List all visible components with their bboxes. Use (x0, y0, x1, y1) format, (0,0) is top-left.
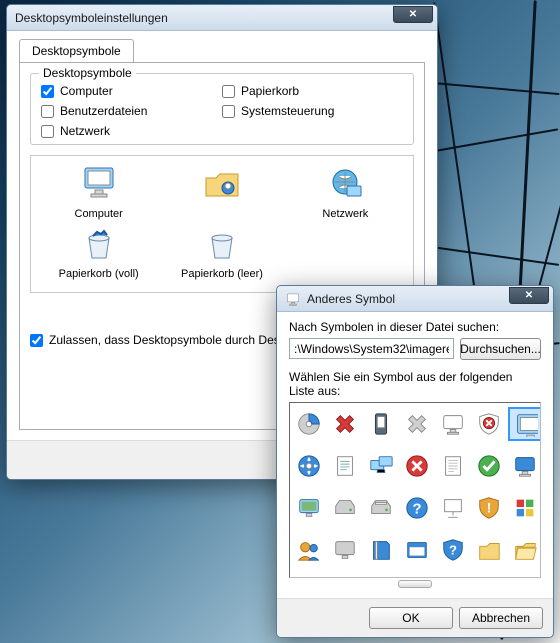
icon-item-computer[interactable]: Computer (39, 164, 159, 220)
user-folder-icon (202, 164, 242, 204)
close-button[interactable]: ✕ (509, 287, 549, 304)
recycle-bin-empty-icon (202, 224, 242, 264)
computer-icon[interactable] (510, 409, 540, 439)
checkbox-userfiles[interactable]: Benutzerdateien (41, 104, 222, 118)
shield-help-icon[interactable] (438, 535, 468, 565)
titlebar[interactable]: Anderes Symbol ✕ (277, 286, 553, 312)
checkbox-controlpanel[interactable]: Systemsteuerung (222, 104, 403, 118)
network-icon (325, 164, 365, 204)
ok-button[interactable]: OK (369, 607, 453, 629)
checkbox-computer[interactable]: Computer (41, 84, 222, 98)
icon-preview-list: Computer Netzwerk Papierkorb (voll) (30, 155, 414, 293)
shield-warn-icon[interactable] (474, 493, 504, 523)
icon-item-userfiles[interactable] (162, 164, 282, 220)
window-title: Desktopsymboleinstellungen (15, 11, 393, 25)
error-red-icon[interactable] (402, 451, 432, 481)
browse-button[interactable]: Durchsuchen... (460, 338, 541, 360)
recycle-bin-full-icon (79, 224, 119, 264)
monitor-white-icon[interactable] (438, 409, 468, 439)
change-icon-window: Anderes Symbol ✕ Nach Symbolen in dieser… (276, 285, 554, 638)
users-icon[interactable] (294, 535, 324, 565)
search-label: Nach Symbolen in dieser Datei suchen: (289, 320, 541, 334)
computer-dual-icon[interactable] (366, 451, 396, 481)
monitor-blank-icon[interactable] (510, 451, 540, 481)
folder-open-icon[interactable] (510, 535, 540, 565)
disc-icon[interactable] (294, 409, 324, 439)
disc-blue-icon[interactable] (294, 451, 324, 481)
icon-list[interactable] (289, 402, 541, 578)
computer-icon (79, 164, 119, 204)
cancel-button[interactable]: Abbrechen (459, 607, 543, 629)
color-blocks-icon[interactable] (510, 493, 540, 523)
shield-red-x-icon[interactable] (474, 409, 504, 439)
horizontal-scrollbar[interactable] (289, 578, 541, 588)
folder-icon[interactable] (474, 535, 504, 565)
book-blue-icon[interactable] (366, 535, 396, 565)
desktop-icons-group: Desktopsymbole Computer Benutzerdateien … (30, 73, 414, 145)
window-icon[interactable] (402, 535, 432, 565)
checkbox-network[interactable]: Netzwerk (41, 124, 222, 138)
checkbox-recyclebin[interactable]: Papierkorb (222, 84, 403, 98)
icon-item-network[interactable]: Netzwerk (285, 164, 405, 220)
help-blue-icon[interactable] (402, 493, 432, 523)
group-label: Desktopsymbole (39, 66, 136, 80)
drive-icon[interactable] (330, 493, 360, 523)
monitor-gray-icon[interactable] (330, 535, 360, 565)
icon-item-bin-full[interactable]: Papierkorb (voll) (39, 224, 159, 280)
x-gray-icon[interactable] (402, 409, 432, 439)
pda-icon[interactable] (366, 409, 396, 439)
window-icon (285, 291, 301, 307)
icon-item-bin-empty[interactable]: Papierkorb (leer) (162, 224, 282, 280)
x-red-icon[interactable] (330, 409, 360, 439)
window-title: Anderes Symbol (307, 292, 509, 306)
tab-desktop-icons[interactable]: Desktopsymbole (19, 39, 134, 63)
page-icon[interactable] (438, 451, 468, 481)
path-input[interactable] (289, 338, 454, 359)
document-icon[interactable] (330, 451, 360, 481)
board-icon[interactable] (438, 493, 468, 523)
drive-open-icon[interactable] (366, 493, 396, 523)
choose-label: Wählen Sie ein Symbol aus der folgenden … (289, 370, 541, 398)
check-green-icon[interactable] (474, 451, 504, 481)
close-button[interactable]: ✕ (393, 6, 433, 23)
monitor-desktop-icon[interactable] (294, 493, 324, 523)
titlebar[interactable]: Desktopsymboleinstellungen ✕ (7, 5, 437, 31)
